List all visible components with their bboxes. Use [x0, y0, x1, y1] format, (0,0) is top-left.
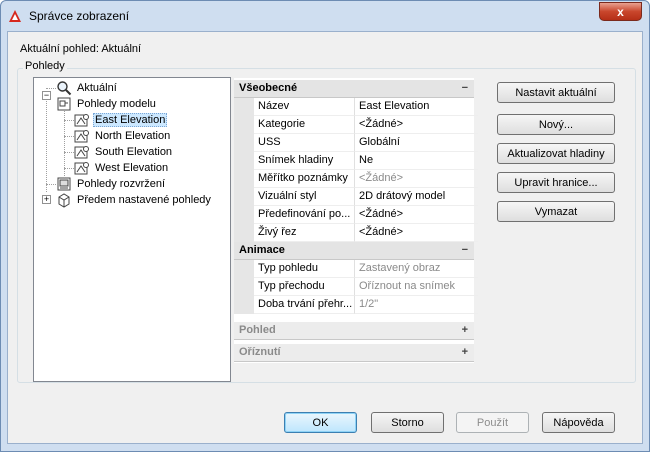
tree-node-layout-views[interactable]: Pohledy rozvržení: [56, 176, 167, 192]
tree-node-preset-views[interactable]: Předem nastavené pohledy: [56, 192, 213, 208]
property-row[interactable]: Doba trvání přehr... 1/2": [234, 296, 478, 314]
update-layers-button[interactable]: Aktualizovat hladiny: [497, 143, 615, 164]
views-group-title: Pohledy: [23, 60, 67, 72]
ok-button[interactable]: OK: [284, 412, 357, 433]
property-row[interactable]: Živý řez <Žádné>: [234, 224, 478, 242]
model-views-folder-icon: [57, 97, 71, 111]
autocad-logo-icon: [9, 10, 21, 22]
expand-section-icon[interactable]: +: [462, 322, 468, 339]
expand-section-icon[interactable]: +: [462, 344, 468, 361]
preset-views-cube-icon: [58, 193, 70, 208]
property-row[interactable]: Název East Elevation: [234, 98, 478, 116]
tree-line: [64, 152, 74, 153]
delete-button[interactable]: Vymazat: [497, 201, 615, 222]
tree-node-east-elevation[interactable]: East Elevation: [74, 112, 168, 128]
tree-node-current[interactable]: Aktuální: [56, 80, 119, 96]
tree-node-north-elevation[interactable]: North Elevation: [74, 128, 172, 144]
cancel-button[interactable]: Storno: [371, 412, 444, 433]
views-tree[interactable]: Aktuální − Pohledy modelu East Elevation…: [33, 77, 231, 382]
properties-panel: Všeobecné − Název East Elevation Kategori…: [234, 78, 478, 363]
set-current-button[interactable]: Nastavit aktuální: [497, 82, 615, 103]
collapse-section-icon[interactable]: −: [462, 80, 468, 97]
named-view-icon: [74, 130, 89, 143]
property-row[interactable]: Vizuální styl 2D drátový model: [234, 188, 478, 206]
current-view-label: Aktuální pohled: Aktuální: [20, 43, 142, 55]
section-general[interactable]: Všeobecné −: [234, 80, 474, 98]
layout-views-icon: [57, 177, 71, 191]
section-view[interactable]: Pohled +: [234, 322, 474, 340]
named-view-icon: [74, 114, 89, 127]
dialog-client: Aktuální pohled: Aktuální Pohledy Aktuál…: [7, 31, 643, 444]
new-view-button[interactable]: Nový...: [497, 114, 615, 135]
tree-line: [64, 104, 65, 176]
named-view-icon: [74, 146, 89, 159]
property-row[interactable]: Typ přechodu Oříznout na snímek: [234, 278, 478, 296]
close-button[interactable]: x: [599, 2, 642, 21]
property-row[interactable]: USS Globální: [234, 134, 478, 152]
tree-line: [46, 184, 56, 185]
tree-line: [64, 120, 74, 121]
property-row[interactable]: Kategorie <Žádné>: [234, 116, 478, 134]
tree-line: [64, 168, 74, 169]
tree-expand-preset-views[interactable]: +: [42, 195, 51, 204]
magnifier-icon: [57, 81, 72, 96]
section-clip[interactable]: Oříznutí +: [234, 344, 474, 362]
tree-line: [46, 96, 47, 192]
property-row[interactable]: Předefinování po... <Žádné>: [234, 206, 478, 224]
dialog-window: Správce zobrazení x Aktuální pohled: Akt…: [0, 0, 650, 452]
close-icon: x: [617, 4, 624, 19]
tree-collapse-model-views[interactable]: −: [42, 91, 51, 100]
collapse-section-icon[interactable]: −: [462, 242, 468, 259]
section-animation[interactable]: Animace −: [234, 242, 474, 260]
title-bar[interactable]: Správce zobrazení x: [1, 1, 649, 31]
help-button[interactable]: Nápověda: [542, 412, 615, 433]
property-row[interactable]: Snímek hladiny Ne: [234, 152, 478, 170]
tree-line: [64, 136, 74, 137]
apply-button[interactable]: Použít: [456, 412, 529, 433]
property-row[interactable]: Typ pohledu Zastavený obraz: [234, 260, 478, 278]
named-view-icon: [74, 162, 89, 175]
tree-node-south-elevation[interactable]: South Elevation: [74, 144, 174, 160]
edit-boundaries-button[interactable]: Upravit hranice...: [497, 172, 615, 193]
tree-node-model-views[interactable]: Pohledy modelu: [56, 96, 158, 112]
window-title: Správce zobrazení: [29, 9, 130, 23]
property-row[interactable]: Měřítko poznámky <Žádné>: [234, 170, 478, 188]
tree-node-west-elevation[interactable]: West Elevation: [74, 160, 170, 176]
tree-line: [46, 88, 56, 89]
